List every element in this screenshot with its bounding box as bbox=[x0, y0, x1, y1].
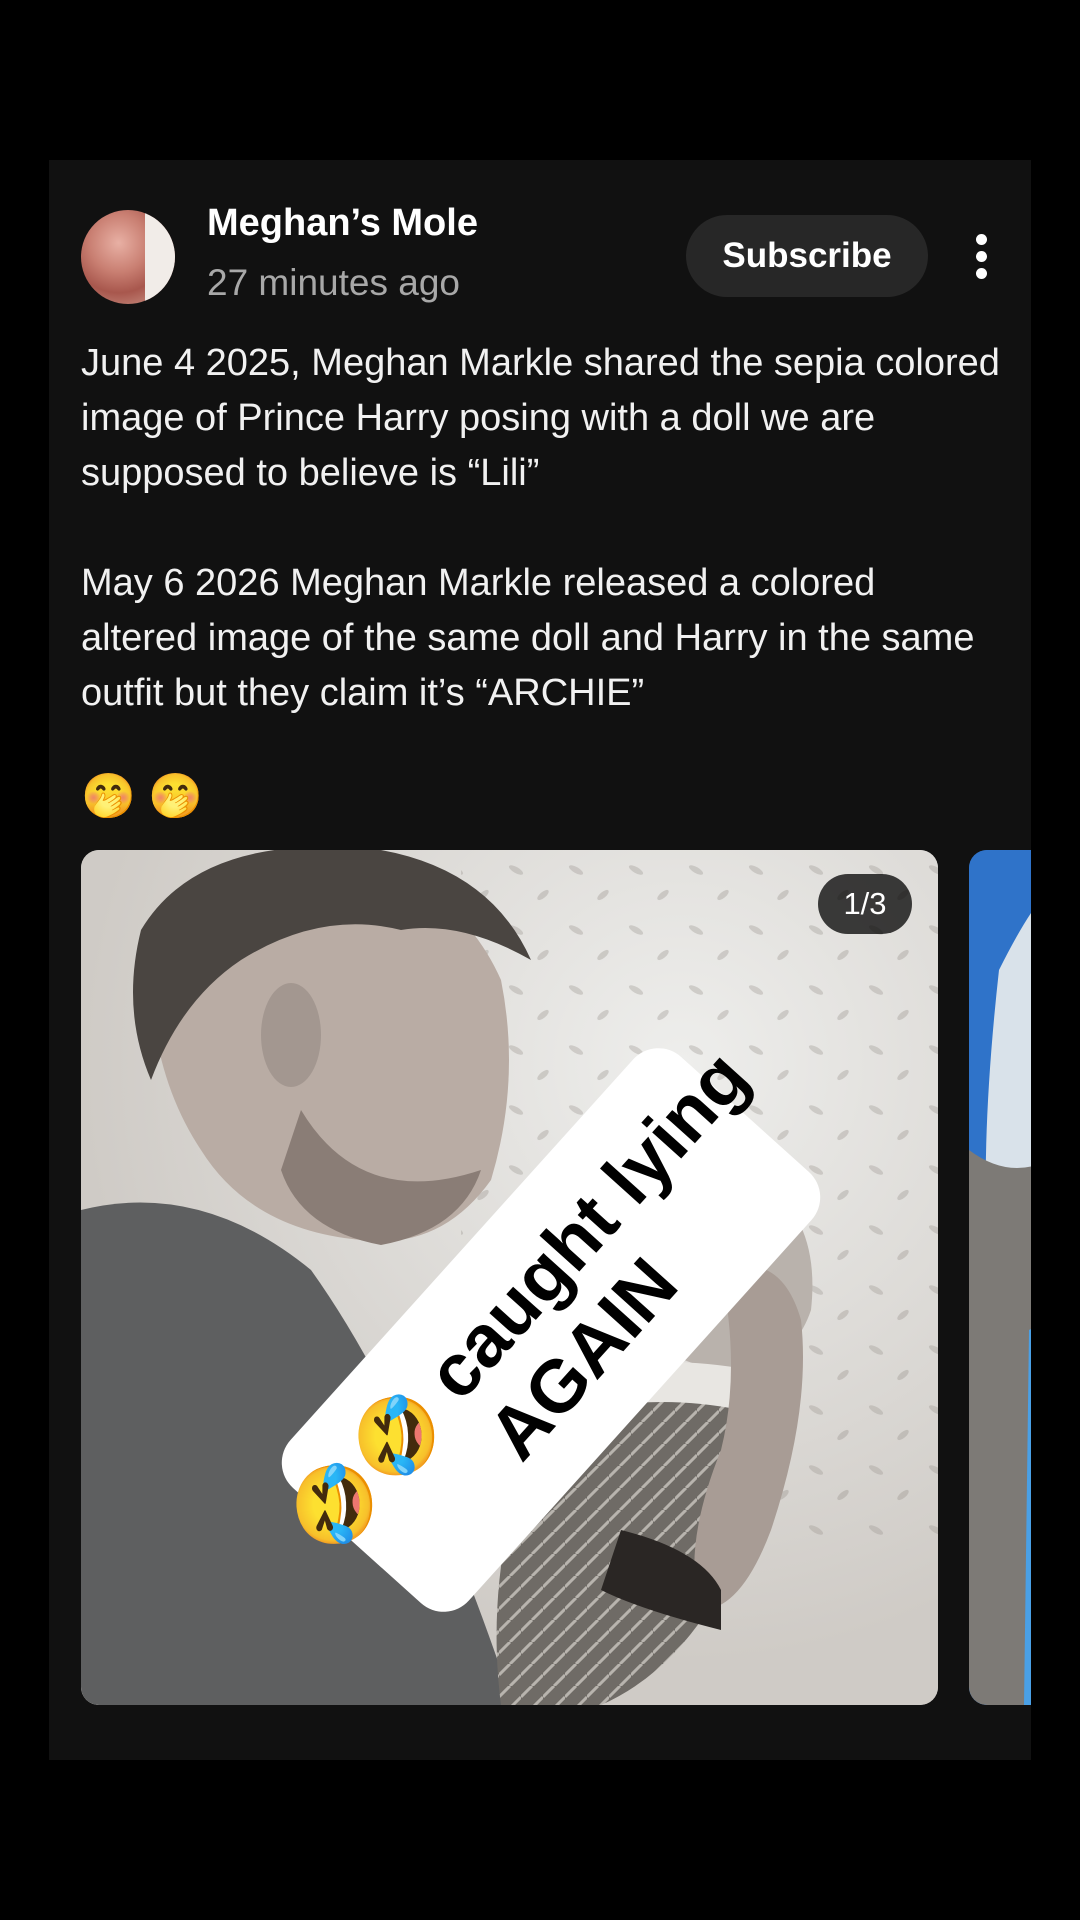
channel-name[interactable]: Meghan’s Mole bbox=[207, 202, 478, 245]
photo-peek bbox=[969, 850, 1031, 1705]
post-text: June 4 2025, Meghan Markle shared the se… bbox=[81, 342, 1000, 714]
more-vert-icon[interactable] bbox=[969, 234, 993, 280]
carousel-image-1[interactable]: 1/3 🤣🤣 caught lying AGAIN bbox=[81, 850, 938, 1705]
post-emojis: 🤭 🤭 bbox=[81, 772, 203, 821]
carousel-counter: 1/3 bbox=[818, 874, 912, 934]
subscribe-button[interactable]: Subscribe bbox=[686, 215, 928, 297]
channel-avatar[interactable] bbox=[81, 210, 175, 304]
carousel-image-2-peek[interactable] bbox=[969, 850, 1031, 1705]
post-timestamp: 27 minutes ago bbox=[207, 262, 461, 303]
community-post-card: Meghan’s Mole 27 minutes ago Subscribe J… bbox=[49, 160, 1031, 1760]
